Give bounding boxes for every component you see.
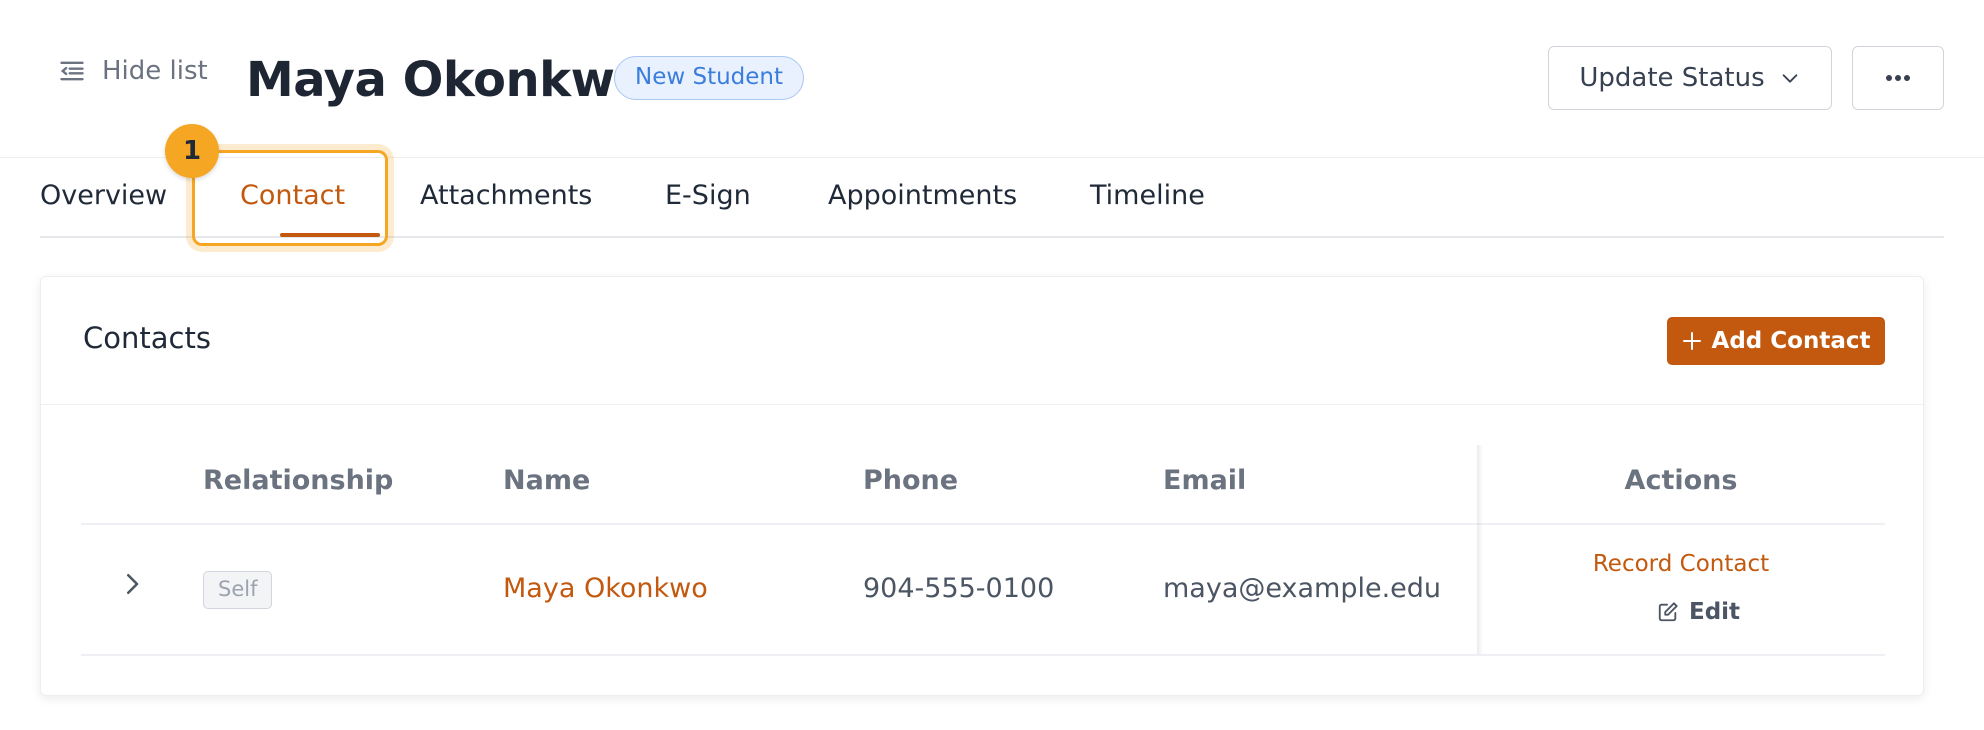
card-title: Contacts bbox=[83, 321, 211, 355]
contact-email: maya@example.edu bbox=[1163, 573, 1442, 604]
table-divider bbox=[81, 654, 1885, 656]
update-status-button[interactable]: Update Status bbox=[1548, 46, 1832, 110]
card-header: Contacts Add Contact bbox=[41, 277, 1923, 405]
hide-list-button[interactable]: Hide list bbox=[58, 56, 208, 86]
column-header-phone: Phone bbox=[863, 465, 959, 496]
step-marker: 1 bbox=[165, 124, 219, 178]
column-header-email: Email bbox=[1163, 465, 1247, 496]
tab-appointments[interactable]: Appointments bbox=[828, 180, 1017, 211]
column-header-name: Name bbox=[503, 465, 591, 496]
edit-contact-link[interactable]: Edit bbox=[1657, 599, 1740, 625]
page-title: Maya Okonkwo bbox=[246, 52, 647, 108]
hide-list-icon bbox=[60, 61, 84, 81]
tab-highlight-frame bbox=[192, 150, 388, 246]
add-contact-label: Add Contact bbox=[1711, 328, 1871, 354]
hide-list-label: Hide list bbox=[102, 56, 208, 86]
status-badge: New Student bbox=[614, 56, 805, 100]
chevron-right-icon[interactable] bbox=[117, 569, 147, 599]
table-divider bbox=[81, 523, 1885, 525]
record-contact-link[interactable]: Record Contact bbox=[1501, 551, 1861, 577]
update-status-label: Update Status bbox=[1579, 63, 1765, 93]
actions-column-shadow bbox=[1477, 445, 1483, 655]
column-header-actions: Actions bbox=[1624, 465, 1738, 496]
column-header-relationship: Relationship bbox=[203, 465, 394, 496]
add-contact-button[interactable]: Add Contact bbox=[1667, 317, 1885, 365]
tab-timeline[interactable]: Timeline bbox=[1090, 180, 1205, 211]
contact-phone: 904-555-0100 bbox=[863, 573, 1055, 604]
edit-label: Edit bbox=[1689, 599, 1741, 625]
edit-icon bbox=[1658, 602, 1678, 622]
page-header: Hide list Maya Okonkwo New Student Updat… bbox=[0, 0, 1984, 158]
tab-attachments[interactable]: Attachments bbox=[420, 180, 592, 211]
more-options-button[interactable] bbox=[1852, 46, 1944, 110]
tab-overview[interactable]: Overview bbox=[40, 180, 167, 211]
chevron-down-icon bbox=[1782, 74, 1797, 83]
more-dots-icon bbox=[1886, 75, 1910, 81]
contact-name-link[interactable]: Maya Okonkwo bbox=[503, 573, 708, 604]
tab-e-sign[interactable]: E-Sign bbox=[665, 180, 751, 211]
plus-icon bbox=[1682, 332, 1701, 350]
relationship-badge: Self bbox=[203, 571, 273, 609]
contacts-card: Contacts Add Contact Relationship Name P… bbox=[40, 276, 1924, 696]
